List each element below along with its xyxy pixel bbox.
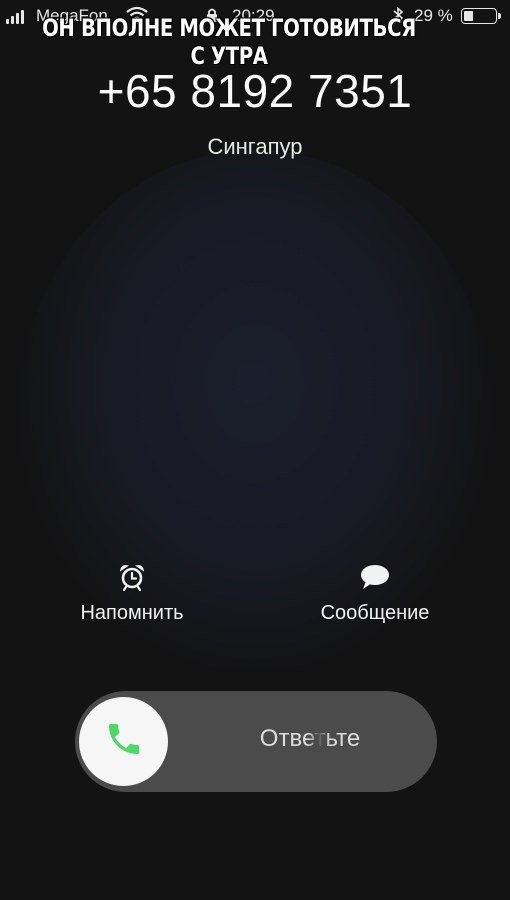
alarm-clock-icon bbox=[52, 562, 212, 592]
battery-icon bbox=[461, 8, 501, 24]
answer-knob[interactable] bbox=[79, 697, 168, 786]
battery-percent: 29 % bbox=[414, 6, 453, 25]
battery-fill bbox=[464, 11, 473, 21]
slide-to-answer[interactable]: Ответьте bbox=[75, 691, 437, 792]
message-label: Сообщение bbox=[320, 602, 430, 624]
phone-icon bbox=[104, 719, 144, 764]
speech-bubble-icon bbox=[295, 562, 455, 592]
video-caption: ОН ВПОЛНЕ МОЖЕТ ГОТОВИТЬСЯ С УТРА bbox=[42, 14, 416, 70]
remind-me-label: Напомнить bbox=[80, 602, 184, 624]
caller-location: Сингапур bbox=[207, 134, 303, 159]
signal-bars-icon bbox=[6, 10, 24, 24]
message-button[interactable]: Сообщение bbox=[295, 562, 455, 625]
remind-me-button[interactable]: Напомнить bbox=[52, 562, 212, 625]
shimmer-highlight bbox=[308, 723, 330, 757]
caller-number: +65 8192 7351 bbox=[97, 65, 413, 117]
